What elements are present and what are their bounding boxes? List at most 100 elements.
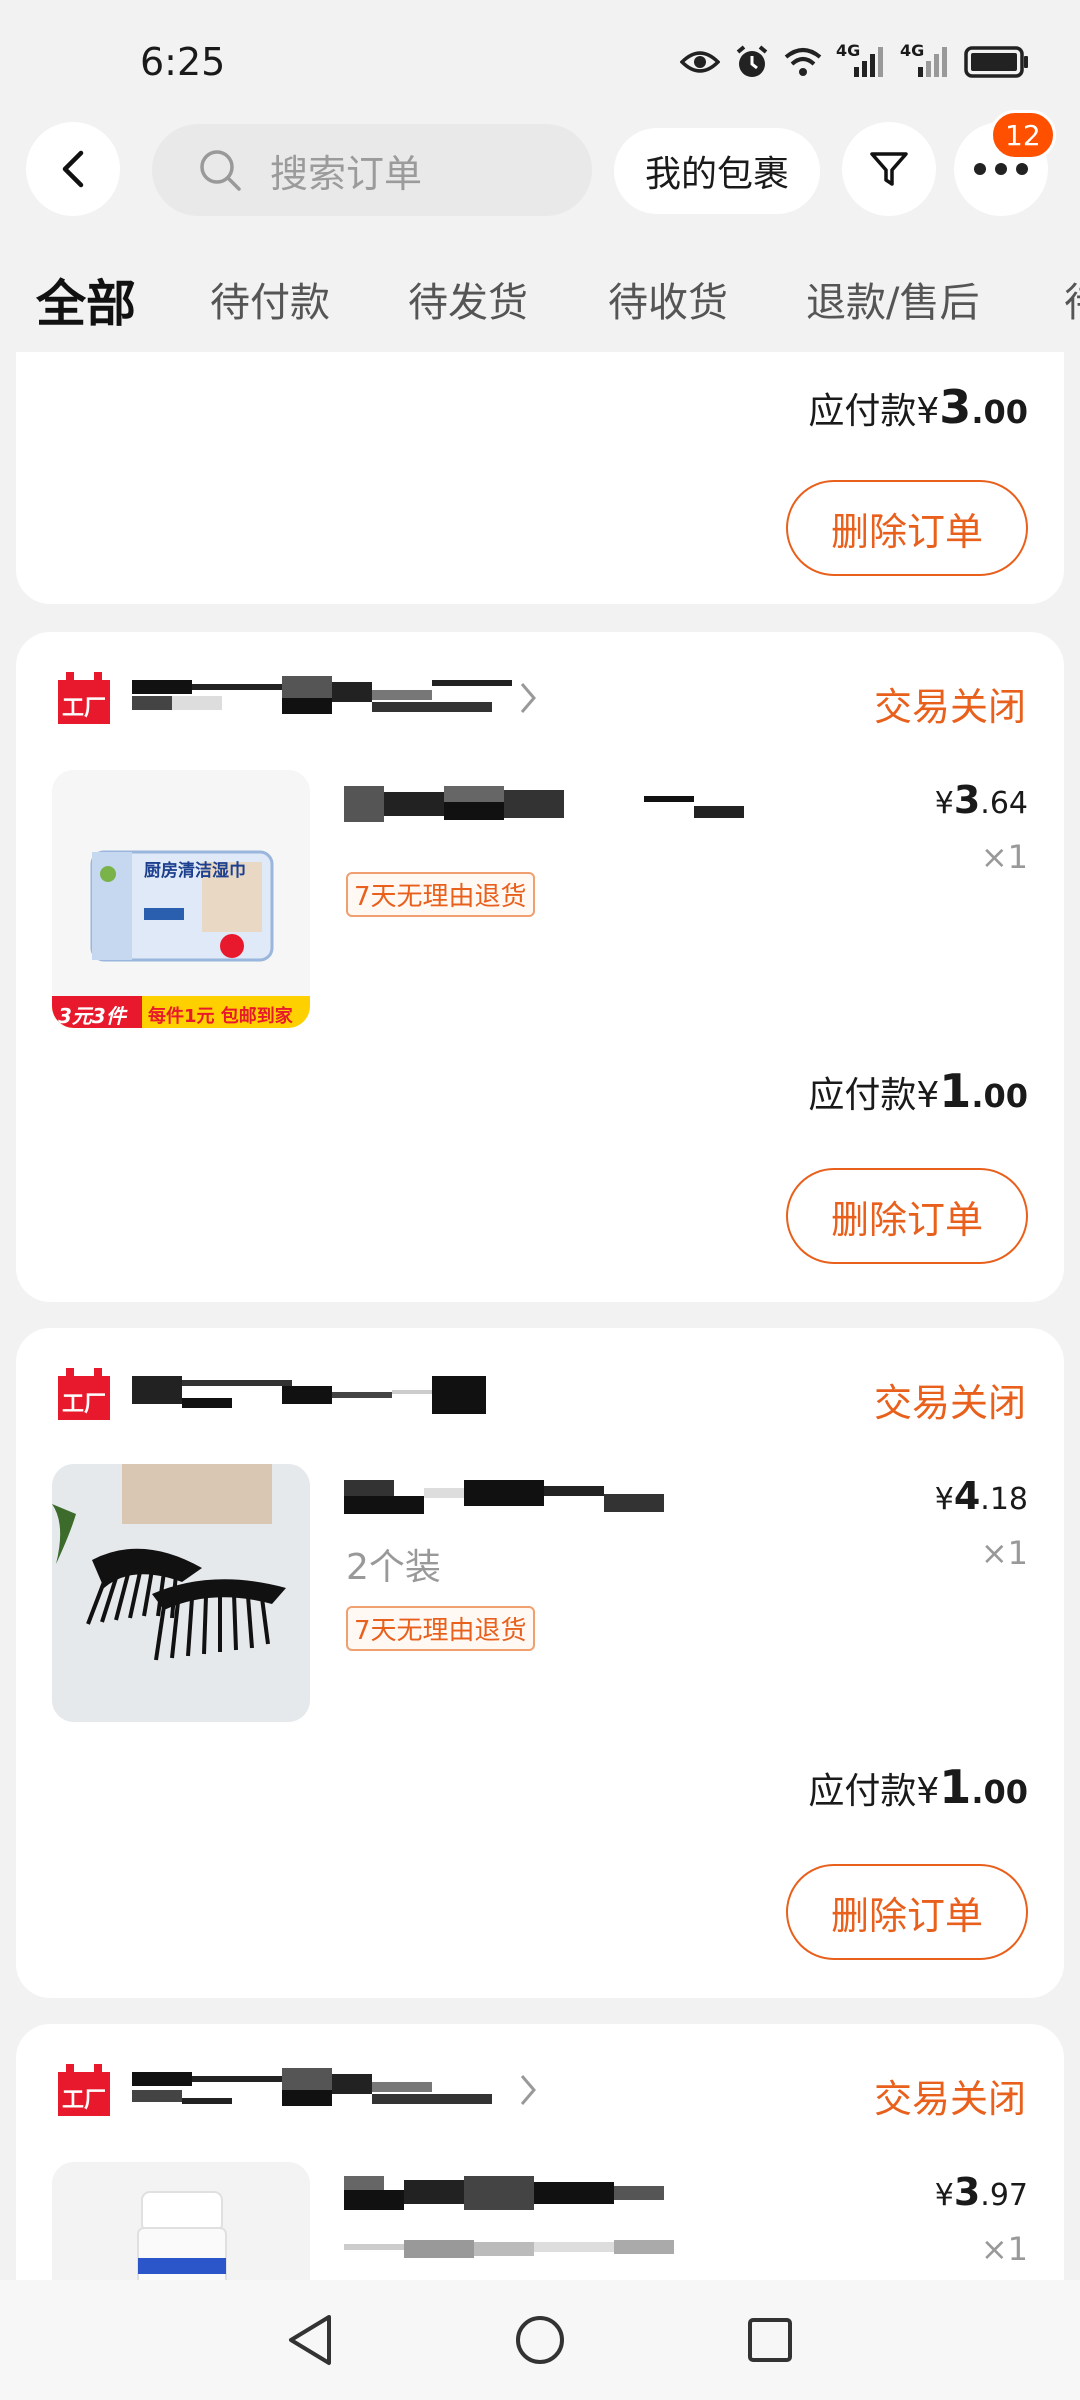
chevron-right-icon xyxy=(520,683,536,713)
search-placeholder: 搜索订单 xyxy=(270,151,423,196)
shop-row[interactable]: 工厂 xyxy=(56,1366,492,1422)
delete-order-button[interactable]: 删除订单 xyxy=(786,480,1028,576)
price-int: 3 xyxy=(953,2170,981,2214)
product-variant: 2个装 xyxy=(346,1547,441,1588)
product-title-redacted xyxy=(344,2176,674,2216)
tab-pending-shipment[interactable]: 待发货 xyxy=(408,270,528,328)
currency: ¥ xyxy=(934,786,954,821)
order-total: 应付款¥3.00 xyxy=(808,380,1028,434)
search-icon xyxy=(200,150,241,191)
delete-order-button[interactable]: 删除订单 xyxy=(786,1864,1028,1960)
quantity: ×1 xyxy=(980,1534,1028,1572)
status-time: 6:25 xyxy=(140,40,226,84)
shop-factory-icon: 工厂 xyxy=(56,2062,112,2118)
unit-price: ¥3.97 xyxy=(935,2170,1028,2214)
total-label: 应付款 xyxy=(808,1075,917,1116)
shop-icon-text: 工厂 xyxy=(62,2088,107,2113)
currency: ¥ xyxy=(916,1771,940,1812)
square-recents-icon xyxy=(748,2318,792,2362)
order-card: 应付款¥3.00 删除订单 xyxy=(16,352,1064,604)
order-total: 应付款¥1.00 xyxy=(808,1064,1028,1118)
network-label: 4G xyxy=(836,41,861,60)
thumb-package-text: 厨房清洁湿巾 xyxy=(144,861,246,881)
filter-icon xyxy=(870,152,908,186)
nav-home-button[interactable] xyxy=(510,2310,570,2370)
currency: ¥ xyxy=(916,1075,940,1116)
shop-factory-icon: 工厂 xyxy=(56,1366,112,1422)
price-dec: .18 xyxy=(980,1482,1028,1517)
order-card: 工厂 交易关闭 xyxy=(16,2024,1064,2280)
filter-button[interactable] xyxy=(842,122,936,216)
delete-order-button[interactable]: 删除订单 xyxy=(786,1168,1028,1264)
order-status: 交易关闭 xyxy=(873,685,1026,729)
order-list[interactable]: 应付款¥3.00 删除订单 工厂 交易关闭 厨房清洁湿巾 3元3件 每件1元 包… xyxy=(0,352,1080,2280)
signal-4g-icon: 4G xyxy=(836,41,886,79)
tab-pending-payment[interactable]: 待付款 xyxy=(210,270,330,328)
price-int: 3 xyxy=(953,778,981,822)
total-int: 1 xyxy=(939,1760,972,1814)
shop-icon-text: 工厂 xyxy=(62,696,107,721)
product-image[interactable] xyxy=(52,1464,310,1722)
shop-row[interactable]: 工厂 xyxy=(56,2062,538,2118)
order-card: 工厂 交易关闭 xyxy=(16,1328,1064,1998)
unit-price: ¥3.64 xyxy=(935,778,1028,822)
nav-back-button[interactable] xyxy=(280,2310,340,2370)
total-int: 1 xyxy=(939,1064,972,1118)
thumb-banner-left: 3元3件 xyxy=(58,1004,126,1028)
alarm-icon xyxy=(734,44,770,80)
chevron-right-icon xyxy=(520,2075,536,2105)
tab-all[interactable]: 全部 xyxy=(36,270,136,336)
tab-pending-review[interactable]: 待 xyxy=(1064,270,1080,328)
product-title-redacted xyxy=(344,786,744,826)
my-packages-button[interactable]: 我的包裹 xyxy=(614,128,820,214)
more-badge: 12 xyxy=(990,110,1056,160)
eye-icon xyxy=(680,48,720,76)
price-dec: .97 xyxy=(980,2178,1028,2213)
tab-refund-aftersale[interactable]: 退款/售后 xyxy=(806,270,979,328)
order-status: 交易关闭 xyxy=(873,2077,1026,2121)
total-label: 应付款 xyxy=(808,391,917,432)
tab-pending-receipt[interactable]: 待收货 xyxy=(608,270,728,328)
system-navigation-bar xyxy=(0,2280,1080,2400)
search-input[interactable]: 搜索订单 xyxy=(152,124,592,216)
quantity: ×1 xyxy=(980,2230,1028,2268)
total-label: 应付款 xyxy=(808,1771,917,1812)
back-button[interactable] xyxy=(26,122,120,216)
total-dec: .00 xyxy=(971,1077,1028,1115)
circle-home-icon xyxy=(516,2316,564,2364)
signal-4g-icon: 4G xyxy=(900,41,950,79)
order-card: 工厂 交易关闭 xyxy=(16,632,1064,1302)
chevron-left-icon xyxy=(62,150,84,188)
order-total: 应付款¥1.00 xyxy=(808,1760,1028,1814)
quantity: ×1 xyxy=(980,838,1028,876)
thumb-banner-right: 每件1元 包邮到家 xyxy=(148,1006,293,1027)
product-variant-redacted xyxy=(344,2236,674,2266)
network-label: 4G xyxy=(900,41,925,60)
product-image[interactable]: 厨房清洁湿巾 3元3件 每件1元 包邮到家 xyxy=(52,770,310,1028)
order-tabs: 全部 待付款 待发货 待收货 退款/售后 待 xyxy=(0,270,1080,350)
shop-name-redacted xyxy=(132,676,512,720)
product-image[interactable] xyxy=(52,2162,310,2280)
shop-name-redacted xyxy=(132,1372,492,1416)
order-status: 交易关闭 xyxy=(873,1381,1026,1425)
triangle-back-icon xyxy=(289,2315,331,2365)
more-icon xyxy=(974,163,1028,175)
nav-recents-button[interactable] xyxy=(740,2310,800,2370)
total-dec: .00 xyxy=(971,1773,1028,1811)
header: 搜索订单 我的包裹 12 xyxy=(0,110,1080,222)
currency: ¥ xyxy=(916,391,940,432)
return-policy-tag: 7天无理由退货 xyxy=(346,1606,535,1651)
status-icons: 4G 4G xyxy=(680,41,1030,80)
price-int: 4 xyxy=(953,1474,981,1518)
product-title-redacted xyxy=(344,1480,674,1520)
status-bar: 6:25 4G 4G xyxy=(0,0,1080,120)
battery-icon xyxy=(964,45,1030,79)
price-dec: .64 xyxy=(980,786,1028,821)
shop-icon-text: 工厂 xyxy=(62,1392,107,1417)
unit-price: ¥4.18 xyxy=(935,1474,1028,1518)
shop-name-redacted xyxy=(132,2068,512,2112)
total-int: 3 xyxy=(939,380,972,434)
wifi-icon xyxy=(784,46,822,78)
shop-row[interactable]: 工厂 xyxy=(56,670,538,726)
total-dec: .00 xyxy=(971,393,1028,431)
